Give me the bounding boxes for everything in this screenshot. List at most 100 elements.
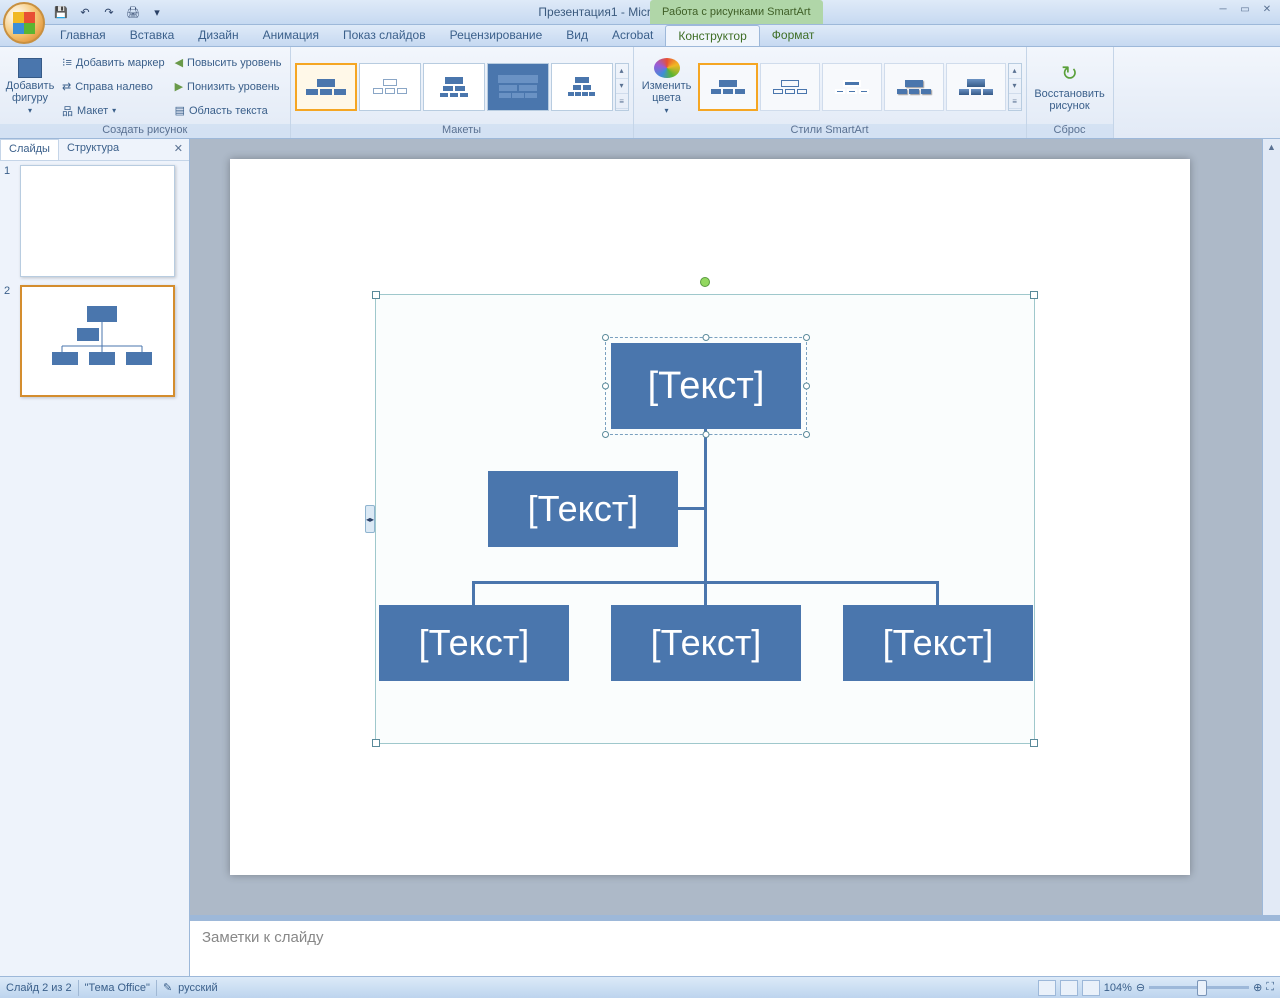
resize-handle-se[interactable] bbox=[1030, 739, 1038, 747]
ribbon-group-create: Добавить фигуру ▾ ⁝≡Добавить маркер ⇄Спр… bbox=[0, 47, 291, 138]
slide-thumb-2[interactable] bbox=[20, 285, 175, 397]
tab-design[interactable]: Дизайн bbox=[186, 25, 250, 46]
demote-button[interactable]: ▶Понизить уровень bbox=[171, 76, 286, 98]
scroll-up-icon[interactable]: ▲ bbox=[1263, 139, 1280, 155]
resize-handle-ne[interactable] bbox=[1030, 291, 1038, 299]
tab-acrobat[interactable]: Acrobat bbox=[600, 25, 665, 46]
tab-review[interactable]: Рецензирование bbox=[438, 25, 555, 46]
work-area: Слайды Структура ✕ 1 2 bbox=[0, 139, 1280, 976]
layout-option-1[interactable] bbox=[295, 63, 357, 111]
zoom-in-button[interactable]: ⊕ bbox=[1253, 981, 1262, 994]
node-handle[interactable] bbox=[602, 431, 609, 438]
node-handle[interactable] bbox=[703, 431, 710, 438]
view-normal-button[interactable] bbox=[1038, 980, 1056, 996]
node-handle[interactable] bbox=[803, 383, 810, 390]
style-option-2[interactable] bbox=[760, 63, 820, 111]
text-pane-toggle[interactable]: ◂▸ bbox=[365, 505, 375, 533]
qat-more-button[interactable]: ▾ bbox=[146, 1, 168, 23]
org-node-child-1[interactable]: [Текст] bbox=[379, 605, 569, 681]
vertical-scrollbar[interactable]: ▲ ▼ ⤒ ⤓ bbox=[1262, 139, 1280, 976]
undo-button[interactable]: ↶ bbox=[74, 1, 96, 23]
slide-thumb-1[interactable] bbox=[20, 165, 175, 277]
layouts-more-button[interactable]: ▴▾≡ bbox=[615, 63, 629, 111]
node-handle[interactable] bbox=[602, 383, 609, 390]
panel-tab-slides[interactable]: Слайды bbox=[0, 139, 59, 160]
styles-more-button[interactable]: ▴▾≡ bbox=[1008, 63, 1022, 111]
tab-home[interactable]: Главная bbox=[48, 25, 118, 46]
print-preview-button[interactable]: 🖨 bbox=[122, 1, 144, 23]
status-bar: Слайд 2 из 2 "Тема Office" ✎ русский 104… bbox=[0, 976, 1280, 998]
org-node-child-2[interactable]: [Текст] bbox=[611, 605, 801, 681]
zoom-out-button[interactable]: ⊖ bbox=[1136, 981, 1145, 994]
style-option-1[interactable] bbox=[698, 63, 758, 111]
tab-view[interactable]: Вид bbox=[554, 25, 600, 46]
view-sorter-button[interactable] bbox=[1060, 980, 1078, 996]
slide-canvas[interactable]: ◂▸ [Текст] [Текст] [Текст] [Текст] [Текс… bbox=[230, 159, 1190, 875]
layout-option-4[interactable] bbox=[487, 63, 549, 111]
restore-button[interactable]: ▭ bbox=[1236, 2, 1254, 16]
slide-editor: ◂▸ [Текст] [Текст] [Текст] [Текст] [Текс… bbox=[190, 139, 1280, 976]
status-separator bbox=[156, 980, 157, 996]
org-node-child-3[interactable]: [Текст] bbox=[843, 605, 1033, 681]
office-button[interactable] bbox=[3, 2, 45, 44]
view-slideshow-button[interactable] bbox=[1082, 980, 1100, 996]
change-colors-button[interactable]: Изменить цвета ▾ bbox=[638, 52, 696, 122]
undo-icon: ↶ bbox=[80, 6, 89, 19]
tab-animations[interactable]: Анимация bbox=[251, 25, 331, 46]
group-label-styles: Стили SmartArt bbox=[634, 124, 1026, 138]
node-handle[interactable] bbox=[602, 334, 609, 341]
style-option-3[interactable] bbox=[822, 63, 882, 111]
zoom-level[interactable]: 104% bbox=[1104, 982, 1132, 994]
zoom-slider[interactable] bbox=[1149, 986, 1249, 989]
style-option-5[interactable] bbox=[946, 63, 1006, 111]
ribbon-tabs: Главная Вставка Дизайн Анимация Показ сл… bbox=[0, 25, 1280, 47]
notes-pane[interactable]: Заметки к слайду bbox=[190, 920, 1280, 976]
change-colors-label: Изменить цвета bbox=[638, 80, 696, 104]
notes-placeholder: Заметки к слайду bbox=[202, 929, 324, 946]
scroll-track[interactable] bbox=[1263, 155, 1280, 928]
status-separator bbox=[78, 980, 79, 996]
tab-format[interactable]: Формат bbox=[760, 25, 827, 46]
tab-insert[interactable]: Вставка bbox=[118, 25, 187, 46]
spellcheck-icon[interactable]: ✎ bbox=[163, 981, 172, 994]
org-node-assistant[interactable]: [Текст] bbox=[488, 471, 678, 547]
fit-window-button[interactable]: ⛶ bbox=[1266, 981, 1274, 994]
add-marker-button[interactable]: ⁝≡Добавить маркер bbox=[58, 52, 169, 74]
minimize-button[interactable]: ─ bbox=[1214, 2, 1232, 16]
rotate-handle[interactable] bbox=[700, 277, 710, 287]
layout-menu-button[interactable]: 品Макет▾ bbox=[58, 100, 169, 122]
style-option-4[interactable] bbox=[884, 63, 944, 111]
panel-close-button[interactable]: ✕ bbox=[168, 139, 189, 160]
layout-option-5[interactable] bbox=[551, 63, 613, 111]
reset-icon: ↻ bbox=[1061, 61, 1078, 86]
save-icon: 💾 bbox=[54, 6, 68, 19]
close-button[interactable]: ✕ bbox=[1258, 2, 1276, 16]
add-shape-button[interactable]: Добавить фигуру ▾ bbox=[4, 52, 56, 122]
rtl-button[interactable]: ⇄Справа налево bbox=[58, 76, 169, 98]
promote-button[interactable]: ◀Повысить уровень bbox=[171, 52, 286, 74]
layout-option-2[interactable] bbox=[359, 63, 421, 111]
thumb-number: 2 bbox=[4, 285, 16, 397]
layout-option-3[interactable] bbox=[423, 63, 485, 111]
ribbon: Добавить фигуру ▾ ⁝≡Добавить маркер ⇄Спр… bbox=[0, 47, 1280, 139]
context-tab-title: Работа с рисунками SmartArt bbox=[650, 0, 823, 24]
redo-button[interactable]: ↷ bbox=[98, 1, 120, 23]
org-connector bbox=[704, 429, 707, 581]
reset-graphic-button[interactable]: ↻ Восстановить рисунок bbox=[1031, 52, 1109, 122]
reset-label: Восстановить рисунок bbox=[1031, 88, 1109, 112]
status-language[interactable]: русский bbox=[178, 982, 217, 994]
text-pane-button[interactable]: ▤Область текста bbox=[171, 100, 286, 122]
tab-slideshow[interactable]: Показ слайдов bbox=[331, 25, 438, 46]
status-slide-count: Слайд 2 из 2 bbox=[6, 982, 72, 994]
panel-tab-outline[interactable]: Структура bbox=[59, 139, 127, 160]
save-button[interactable]: 💾 bbox=[50, 1, 72, 23]
node-handle[interactable] bbox=[803, 431, 810, 438]
resize-handle-nw[interactable] bbox=[372, 291, 380, 299]
tab-konstruktor[interactable]: Конструктор bbox=[665, 25, 759, 46]
smartart-frame[interactable]: ◂▸ [Текст] [Текст] [Текст] [Текст] [Текс… bbox=[375, 294, 1035, 744]
node-handle[interactable] bbox=[703, 334, 710, 341]
node-handle[interactable] bbox=[803, 334, 810, 341]
ribbon-group-reset: ↻ Восстановить рисунок Сброс bbox=[1027, 47, 1114, 138]
layout-icon: 品 bbox=[62, 103, 73, 119]
resize-handle-sw[interactable] bbox=[372, 739, 380, 747]
